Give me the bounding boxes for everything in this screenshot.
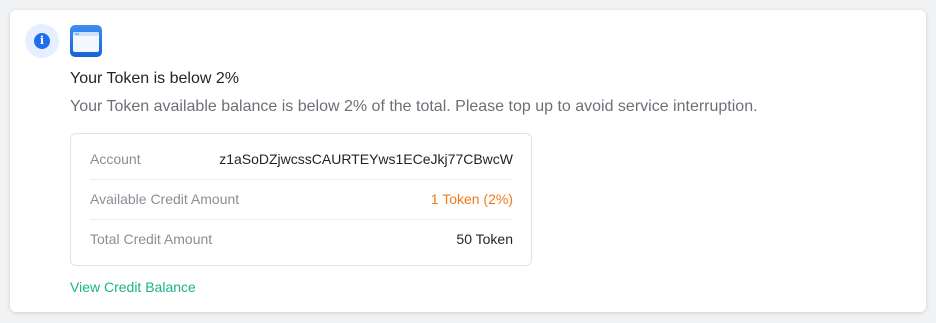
notification-title: Your Token is below 2% [70, 70, 239, 87]
total-credit-value: 50 Token [456, 231, 513, 247]
credit-details-panel: Account z1aSoDZjwcssCAURTEYws1ECeJkj77CB… [70, 133, 532, 266]
detail-label: Total Credit Amount [90, 231, 213, 247]
view-credit-balance-link[interactable]: View Credit Balance [70, 279, 196, 295]
app-window-icon [70, 25, 102, 57]
account-id-value: z1aSoDZjwcssCAURTEYws1ECeJkj77CBwcW [219, 151, 513, 167]
detail-row-available-credit: Available Credit Amount 1 Token (2%) [90, 179, 513, 220]
detail-label: Account [90, 151, 141, 167]
info-badge: i [25, 24, 59, 58]
notification-message: Your Token available balance is below 2%… [70, 98, 758, 115]
info-icon: i [34, 33, 50, 49]
notification-card: i Your Token is below 2% Your Token avai… [10, 10, 926, 312]
detail-row-account: Account z1aSoDZjwcssCAURTEYws1ECeJkj77CB… [90, 139, 513, 180]
detail-label: Available Credit Amount [90, 191, 240, 207]
detail-row-total-credit: Total Credit Amount 50 Token [90, 219, 513, 259]
available-credit-value: 1 Token (2%) [430, 191, 513, 207]
